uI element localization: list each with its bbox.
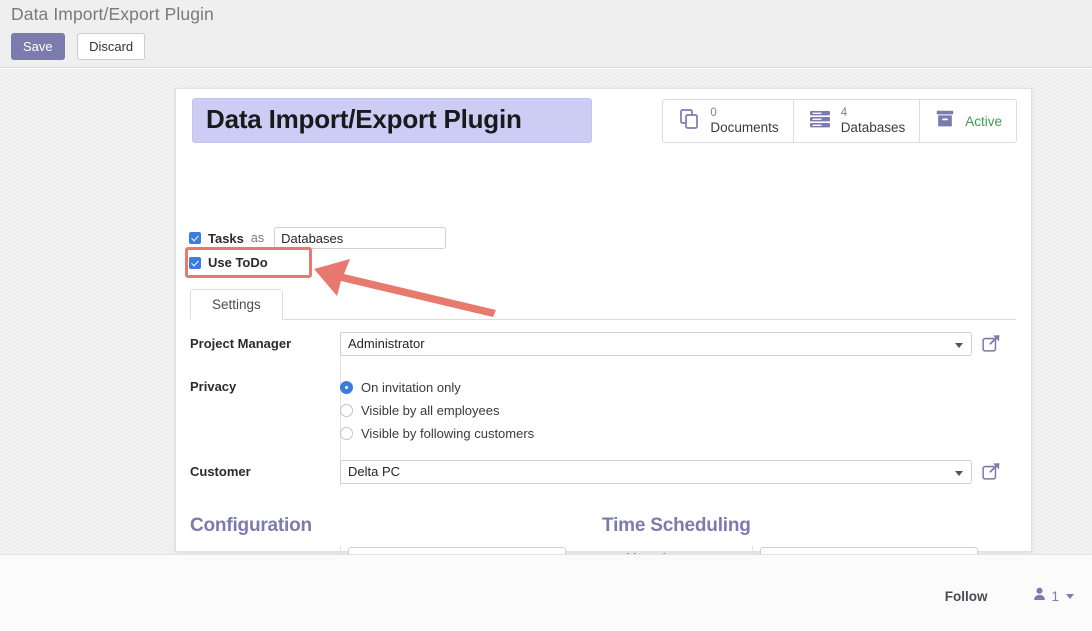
external-link-icon[interactable]	[982, 462, 1001, 486]
form-canvas: Data Import/Export Plugin 0 Documents 4 …	[0, 69, 1092, 604]
project-manager-label: Project Manager	[190, 336, 292, 351]
stat-button-active[interactable]: Active	[920, 100, 1016, 142]
stat-value-databases: 4	[840, 107, 848, 119]
customer-select[interactable]: Delta PC	[340, 460, 972, 484]
radio-all-employees-label: Visible by all employees	[361, 403, 500, 418]
stat-label-documents: Documents	[710, 119, 779, 135]
tab-bar: Settings	[190, 289, 1016, 320]
stat-text-documents: 0 Documents	[710, 107, 778, 135]
use-todo-checkbox[interactable]	[189, 256, 201, 269]
radio-customers[interactable]	[340, 427, 353, 440]
tasks-checkbox-row: Tasks as	[189, 227, 447, 249]
discard-button[interactable]: Discard	[77, 33, 146, 60]
use-todo-label: Use ToDo	[208, 255, 268, 270]
radio-invitation[interactable]	[340, 381, 353, 394]
action-button-row: Save Discard	[11, 33, 146, 60]
user-icon	[1033, 587, 1046, 606]
record-header-row: Data Import/Export Plugin 0 Documents 4 …	[192, 98, 1017, 150]
stat-button-group: 0 Documents 4 Databases Active	[662, 99, 1017, 143]
tasks-alias-input[interactable]	[274, 227, 447, 249]
tasks-checkbox[interactable]	[189, 232, 201, 244]
record-title-field[interactable]: Data Import/Export Plugin	[192, 98, 592, 143]
databases-icon	[808, 107, 832, 136]
tasks-label: Tasks	[208, 230, 244, 246]
status-badge: Active	[965, 113, 1002, 129]
radio-all-employees[interactable]	[340, 404, 353, 417]
follower-count: 1	[1051, 589, 1059, 604]
stat-button-documents[interactable]: 0 Documents	[663, 100, 794, 142]
privacy-label: Privacy	[190, 379, 237, 394]
field-project-manager: Project Manager Administrator	[190, 332, 1016, 358]
tasks-as-label: as	[250, 231, 265, 245]
project-manager-select[interactable]: Administrator	[340, 332, 972, 356]
footer-bar: Follow 1	[0, 554, 1092, 631]
stat-label-databases: Databases	[840, 119, 906, 135]
top-control-bar: Data Import/Export Plugin Save Discard	[0, 0, 1092, 68]
breadcrumb[interactable]: Data Import/Export Plugin	[11, 4, 214, 25]
privacy-option-customers[interactable]: Visible by following customers	[340, 422, 1016, 445]
customer-label: Customer	[190, 464, 251, 479]
configuration-title: Configuration	[190, 515, 312, 536]
followers-dropdown[interactable]: 1	[1033, 587, 1074, 606]
follow-button[interactable]: Follow	[945, 589, 988, 604]
privacy-option-all-employees[interactable]: Visible by all employees	[340, 399, 1016, 422]
customer-value: Delta PC	[348, 464, 401, 479]
field-customer: Customer Delta PC	[190, 460, 1016, 486]
footer-actions: Follow 1	[945, 587, 1074, 606]
chevron-down-icon	[955, 343, 963, 348]
project-manager-value: Administrator	[348, 336, 425, 351]
use-todo-checkbox-row: Use ToDo	[189, 255, 268, 270]
stat-value-documents: 0	[710, 107, 717, 119]
privacy-option-invitation[interactable]: On invitation only	[340, 376, 1016, 399]
privacy-radio-group: On invitation only Visible by all employ…	[340, 376, 1016, 445]
settings-fields: Project Manager Administrator Privacy On…	[190, 332, 1016, 486]
field-privacy: Privacy On invitation only Visible by al…	[190, 375, 1016, 445]
archive-box-icon	[934, 108, 956, 135]
chevron-down-icon	[1066, 594, 1074, 599]
documents-icon	[677, 107, 701, 136]
radio-customers-label: Visible by following customers	[361, 426, 535, 441]
save-button[interactable]: Save	[11, 33, 65, 60]
stat-text-databases: 4 Databases	[841, 107, 906, 135]
chevron-down-icon	[955, 471, 963, 476]
external-link-icon[interactable]	[982, 334, 1001, 358]
tab-settings[interactable]: Settings	[190, 289, 283, 320]
stat-button-databases[interactable]: 4 Databases	[794, 100, 921, 142]
page-title: Data Import/Export Plugin	[206, 104, 522, 134]
radio-invitation-label: On invitation only	[361, 380, 461, 395]
time-scheduling-title: Time Scheduling	[602, 515, 751, 536]
